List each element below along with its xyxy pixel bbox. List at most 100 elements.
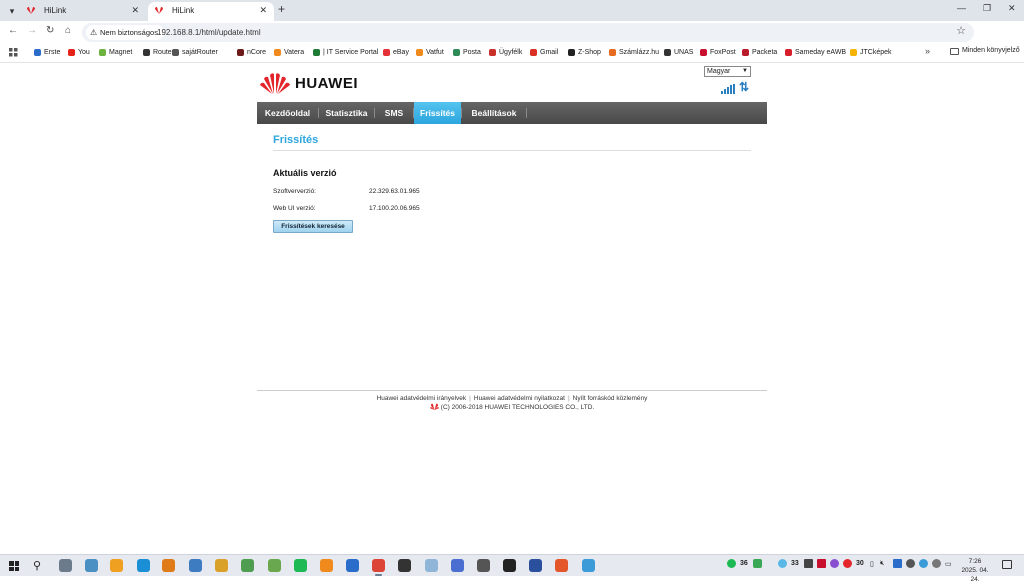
bookmark-item[interactable]: Számlázz.hu xyxy=(609,47,659,58)
clock-date: 2025. 04. 24. xyxy=(961,567,989,583)
app-icon[interactable] xyxy=(189,559,202,572)
app-tray-icon[interactable] xyxy=(932,559,941,568)
bookmark-favicon-icon xyxy=(530,49,537,56)
spotify-icon[interactable] xyxy=(294,559,307,572)
nav-update[interactable]: Frissítés xyxy=(414,102,461,124)
app-icon[interactable] xyxy=(268,559,281,572)
address-bar[interactable]: ⚠ Nem biztonságos 192.168.8.1/html/updat… xyxy=(82,23,974,42)
bookmark-item[interactable]: Z-Shop xyxy=(568,47,601,58)
bookmark-item[interactable]: Magnet xyxy=(99,47,132,58)
reload-icon[interactable]: ↻ xyxy=(46,25,54,36)
bookmark-favicon-icon xyxy=(700,49,707,56)
apps-grid-icon[interactable] xyxy=(9,48,18,57)
browser-tab[interactable]: HiLink ✕ xyxy=(20,2,146,21)
browser-tab-active[interactable]: HiLink ✕ xyxy=(148,2,274,21)
app-icon[interactable] xyxy=(162,559,175,572)
edge-icon[interactable] xyxy=(137,559,150,572)
file-explorer-icon[interactable] xyxy=(215,559,228,572)
app-tray-icon[interactable] xyxy=(804,559,813,568)
app-icon[interactable] xyxy=(346,559,359,572)
bookmark-item[interactable]: JTCképek xyxy=(850,47,892,58)
bookmark-item[interactable]: nCore xyxy=(237,47,266,58)
bookmark-item[interactable]: Erste xyxy=(34,47,60,58)
app-icon[interactable] xyxy=(59,559,72,572)
battery-icon[interactable]: ▯ xyxy=(870,560,874,568)
app-icon[interactable] xyxy=(477,559,490,572)
cloud-tray-icon[interactable] xyxy=(778,559,787,568)
app-icon[interactable] xyxy=(529,559,542,572)
taskbar-search-icon[interactable]: ⚲ xyxy=(33,559,41,572)
nav-statistics[interactable]: Statisztika xyxy=(319,102,374,124)
language-select[interactable]: Magyar ▼ xyxy=(704,66,751,77)
network-icon[interactable]: ▭ xyxy=(945,560,952,568)
privacy-policy-link[interactable]: Huawei adatvédelmi irányelvek xyxy=(377,395,467,402)
new-tab-icon[interactable]: + xyxy=(278,2,285,16)
nav-home[interactable]: Kezdőoldal xyxy=(257,102,318,124)
app-tray-icon[interactable] xyxy=(817,559,826,568)
system-clock[interactable]: 7:26 2025. 04. 24. xyxy=(958,557,992,584)
nav-sms[interactable]: SMS xyxy=(375,102,413,124)
tray-count: 30 xyxy=(856,560,864,567)
copyright-text: (C) 2006-2018 HUAWEI TECHNOLOGIES CO., L… xyxy=(440,404,595,411)
close-window-icon[interactable]: ✕ xyxy=(1008,3,1016,14)
vlc-icon[interactable] xyxy=(320,559,333,572)
app-icon[interactable] xyxy=(503,559,516,572)
close-tab-icon[interactable]: ✕ xyxy=(259,2,267,19)
browser-toolbar: ← → ↻ ⌂ ⚠ Nem biztonságos 192.168.8.1/ht… xyxy=(0,21,1024,60)
shield-tray-icon[interactable] xyxy=(753,559,762,568)
firefox-icon[interactable] xyxy=(555,559,568,572)
bookmark-favicon-icon xyxy=(99,49,106,56)
bookmark-favicon-icon xyxy=(274,49,281,56)
tray-count: 33 xyxy=(791,560,799,567)
bookmark-item[interactable]: FoxPost xyxy=(700,47,736,58)
bookmark-item[interactable]: Posta xyxy=(453,47,481,58)
bookmark-item[interactable]: Sameday eAWB xyxy=(785,47,846,58)
bookmark-item[interactable]: Ügyfélk xyxy=(489,47,522,58)
privacy-statement-link[interactable]: Huawei adatvédelmi nyilatkozat xyxy=(474,395,565,402)
minimize-icon[interactable]: — xyxy=(957,3,966,13)
app-tray-icon[interactable] xyxy=(893,559,902,568)
home-icon[interactable]: ⌂ xyxy=(65,25,71,36)
windows-start-icon[interactable] xyxy=(9,561,19,571)
bookmark-item[interactable]: UNAS xyxy=(664,47,693,58)
app-icon[interactable] xyxy=(451,559,464,572)
chevron-down-icon: ▼ xyxy=(742,68,748,74)
close-tab-icon[interactable]: ✕ xyxy=(131,2,139,19)
app-icon[interactable] xyxy=(582,559,595,572)
app-icon[interactable] xyxy=(85,559,98,572)
bookmark-item[interactable]: | IT Service Portal xyxy=(313,47,378,58)
security-chip[interactable]: ⚠ Nem biztonságos xyxy=(86,25,164,40)
bookmark-item[interactable]: eBay xyxy=(383,47,409,58)
app-icon[interactable] xyxy=(241,559,254,572)
more-bookmarks-icon[interactable]: » xyxy=(925,46,930,56)
nav-settings[interactable]: Beállítások xyxy=(462,102,526,124)
bookmark-item[interactable]: Vatfut xyxy=(416,47,444,58)
bookmark-favicon-icon xyxy=(313,49,320,56)
tab-search-icon[interactable]: ▾ xyxy=(5,4,19,18)
app-icon[interactable] xyxy=(398,559,411,572)
volume-muted-icon[interactable]: 🔇︎ xyxy=(880,560,884,568)
notification-icon[interactable] xyxy=(1002,560,1012,569)
check-updates-button[interactable]: Frissítések keresése xyxy=(273,220,353,233)
bookmark-item[interactable]: You xyxy=(68,47,90,58)
forward-icon[interactable]: → xyxy=(27,25,37,36)
app-tray-icon[interactable] xyxy=(919,559,928,568)
app-icon[interactable] xyxy=(110,559,123,572)
app-tray-icon[interactable] xyxy=(843,559,852,568)
footer-divider xyxy=(257,390,767,391)
bookmark-item[interactable]: Gmail xyxy=(530,47,558,58)
bookmark-item[interactable]: sajátRouter xyxy=(172,47,218,58)
restore-icon[interactable]: ❐ xyxy=(983,3,991,14)
chrome-icon[interactable] xyxy=(372,559,385,576)
spotify-tray-icon[interactable] xyxy=(727,559,736,568)
bookmark-item[interactable]: Vatera xyxy=(274,47,304,58)
app-tray-icon[interactable] xyxy=(830,559,839,568)
app-tray-icon[interactable] xyxy=(906,559,915,568)
url-text[interactable]: 192.168.8.1/html/update.html xyxy=(157,23,261,42)
back-icon[interactable]: ← xyxy=(8,25,18,36)
all-bookmarks-folder[interactable]: Minden könyvjelző xyxy=(950,47,1020,55)
bookmark-star-icon[interactable]: ☆ xyxy=(956,24,966,37)
open-source-notice-link[interactable]: Nyílt forráskód közlemény xyxy=(573,395,648,402)
app-icon[interactable] xyxy=(425,559,438,572)
bookmark-item[interactable]: Packeta xyxy=(742,47,777,58)
